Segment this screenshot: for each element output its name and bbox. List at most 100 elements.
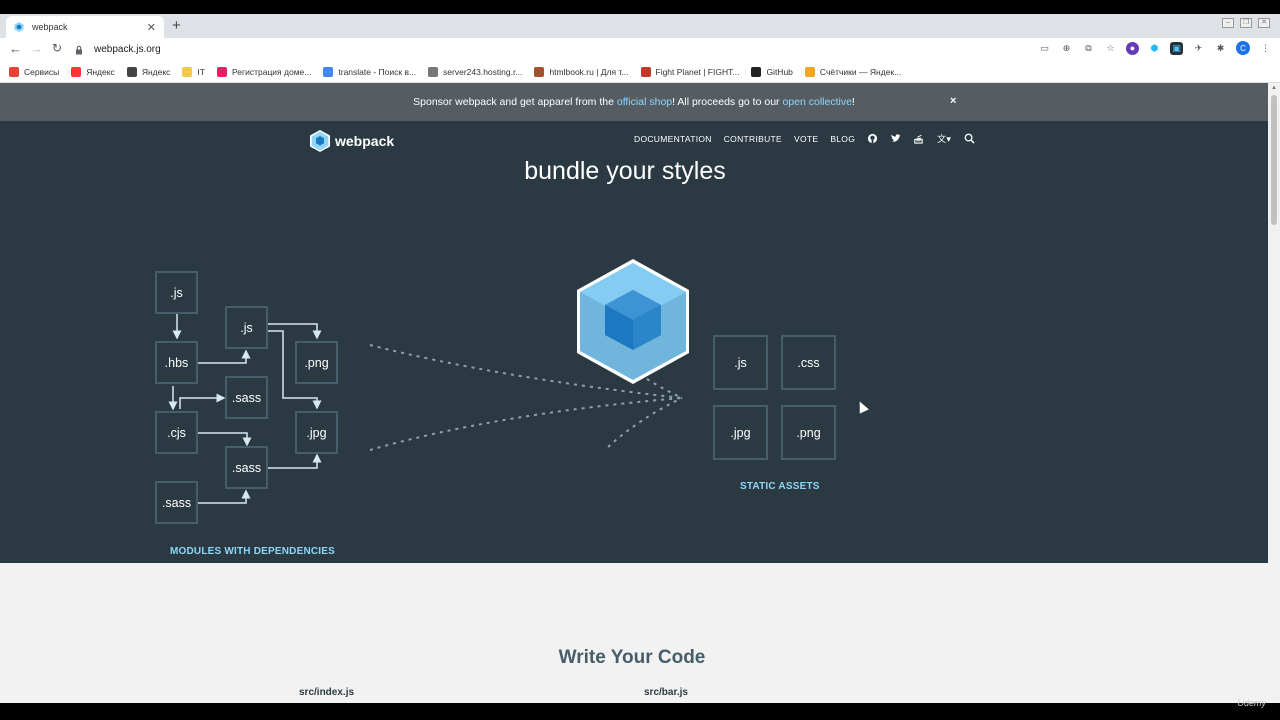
module-box-jpg: .jpg [295, 411, 338, 454]
module-box-sass: .sass [225, 446, 268, 489]
nav-contribute[interactable]: CONTRIBUTE [724, 134, 782, 144]
webpack-favicon-icon [14, 22, 24, 32]
asset-box-jpg: .jpg [713, 405, 768, 460]
code-file-label-bar: src/bar.js [644, 687, 688, 698]
cast-icon[interactable]: ▭ [1038, 42, 1051, 55]
bookmark-favicon-icon [804, 66, 815, 77]
search-icon[interactable] [964, 133, 975, 144]
asset-box-css: .css [781, 335, 836, 390]
translate-icon[interactable]: ⧉ [1082, 42, 1095, 55]
bookmark-label: Fight Planet | FIGHT... [655, 66, 740, 77]
tab-strip: webpack ✕ + – ❐ ✕ [0, 14, 1280, 38]
bookmark-favicon-icon [534, 66, 545, 77]
bookmark-label: htmlbook.ru | Для т... [549, 66, 629, 77]
webpack-logo-icon [310, 130, 330, 152]
bookmark-favicon-icon [640, 66, 651, 77]
bookmark-item[interactable]: Fight Planet | FIGHT... [640, 66, 740, 77]
module-box-js: .js [225, 306, 268, 349]
forward-icon[interactable]: → [30, 41, 43, 56]
language-select-icon[interactable]: 文▾ [936, 133, 952, 144]
scroll-thumb[interactable] [1271, 95, 1277, 225]
bookmark-favicon-icon [216, 66, 227, 77]
url-text: webpack.js.org [94, 44, 161, 55]
extension-hex-icon[interactable]: ⬢ [1148, 42, 1161, 55]
module-box-js: .js [155, 271, 198, 314]
bookmark-item[interactable]: Яндекс [71, 66, 115, 77]
close-window-icon[interactable]: ✕ [1258, 18, 1270, 28]
module-box-sass: .sass [155, 481, 198, 524]
udemy-watermark: Udemy [1237, 698, 1266, 708]
bookmark-label: IT [197, 66, 205, 77]
bookmarks-bar: Сервисы Яндекс Яндекс IT Регистрация доме...… [0, 61, 1280, 83]
bookmark-item[interactable]: Яндекс [126, 66, 171, 77]
twitter-icon[interactable] [890, 133, 901, 144]
screen-bottom-bar [0, 703, 1280, 720]
extension-rocket-icon[interactable]: ✈ [1192, 42, 1205, 55]
bookmark-label: translate - Поиск в... [338, 66, 417, 77]
back-icon[interactable]: ← [9, 41, 22, 56]
main-nav: DOCUMENTATION CONTRIBUTE VOTE BLOG 文▾ [634, 133, 975, 144]
browser-toolbar: ← → ↻ webpack.js.org ▭ ⊕ ⧉ ☆ ● ⬢ ▣ ✈ ✱ C… [0, 38, 1280, 61]
sponsor-text-2: ! All proceeds go to our [672, 96, 783, 108]
extension-record-icon[interactable]: ● [1126, 41, 1139, 55]
open-collective-link[interactable]: open collective [782, 96, 851, 108]
bookmark-favicon-icon [323, 66, 334, 77]
extensions-puzzle-icon[interactable]: ✱ [1214, 42, 1227, 55]
webpage: Sponsor webpack and get apparel from the… [0, 83, 1268, 703]
bookmark-item[interactable]: GitHub [751, 66, 793, 77]
asset-box-js: .js [713, 335, 768, 390]
tab-title: webpack [32, 22, 68, 32]
bookmark-favicon-icon [126, 66, 137, 77]
asset-box-png: .png [781, 405, 836, 460]
bookmark-label: Яндекс [141, 66, 171, 77]
section-title: Write Your Code [558, 647, 706, 668]
bookmark-item[interactable]: Регистрация доме... [216, 66, 312, 77]
restore-icon[interactable]: ❐ [1240, 18, 1252, 28]
bookmark-item[interactable]: IT [182, 66, 205, 77]
menu-dots-icon[interactable]: ⋮ [1259, 42, 1272, 55]
bookmark-favicon-icon [751, 66, 762, 77]
screen-top-bar [0, 0, 1280, 14]
sponsor-close-button[interactable]: × [950, 95, 956, 107]
sponsor-text-3: ! [851, 96, 855, 108]
bookmark-item[interactable]: htmlbook.ru | Для т... [534, 66, 629, 77]
browser-tab[interactable]: webpack ✕ [6, 16, 164, 38]
bookmark-label: Сервисы [24, 66, 60, 77]
sponsor-banner: Sponsor webpack and get apparel from the… [0, 83, 1268, 121]
bookmark-favicon-icon [182, 66, 193, 77]
page-scrollbar[interactable]: ▲ [1268, 83, 1280, 703]
bookmark-label: Счётчики — Яндек... [819, 66, 902, 77]
sponsor-text-1: Sponsor webpack and get apparel from the [413, 96, 617, 108]
module-box-hbs: .hbs [155, 341, 198, 384]
bookmark-item[interactable]: translate - Поиск в... [323, 66, 417, 77]
logo-text: webpack [335, 133, 395, 149]
module-box-cjs: .cjs [155, 411, 198, 454]
hero-title: bundle your styles [524, 157, 726, 185]
bookmark-item[interactable]: server243.hosting.r... [428, 66, 523, 77]
bookmark-item[interactable]: Счётчики — Яндек... [804, 66, 902, 77]
profile-avatar[interactable]: C [1236, 41, 1250, 55]
minimize-icon[interactable]: – [1222, 18, 1234, 28]
bookmark-star-icon[interactable]: ☆ [1104, 42, 1117, 55]
webpack-logo[interactable]: webpack [309, 129, 394, 153]
window-controls: – ❐ ✕ [1222, 18, 1270, 28]
install-icon[interactable]: ⊕ [1060, 42, 1073, 55]
bookmark-label: GitHub [766, 66, 793, 77]
github-icon[interactable] [867, 133, 878, 144]
reload-icon[interactable]: ↻ [52, 41, 62, 55]
scroll-up-icon[interactable]: ▲ [1270, 85, 1278, 91]
nav-vote[interactable]: VOTE [794, 134, 818, 144]
bookmark-label: Регистрация доме... [231, 66, 312, 77]
stackoverflow-icon[interactable] [913, 133, 924, 144]
nav-documentation[interactable]: DOCUMENTATION [634, 134, 712, 144]
tab-close-icon[interactable]: ✕ [147, 21, 156, 34]
bookmark-item[interactable]: Сервисы [9, 66, 60, 77]
official-shop-link[interactable]: official shop [617, 96, 672, 108]
bookmark-label: Яндекс [86, 66, 115, 77]
code-file-label-index: src/index.js [299, 687, 355, 698]
extension-box-icon[interactable]: ▣ [1170, 41, 1183, 55]
bookmark-label: server243.hosting.r... [443, 66, 523, 77]
nav-blog[interactable]: BLOG [830, 134, 855, 144]
new-tab-icon[interactable]: + [172, 17, 181, 34]
modules-caption: MODULES WITH DEPENDENCIES [170, 546, 336, 557]
